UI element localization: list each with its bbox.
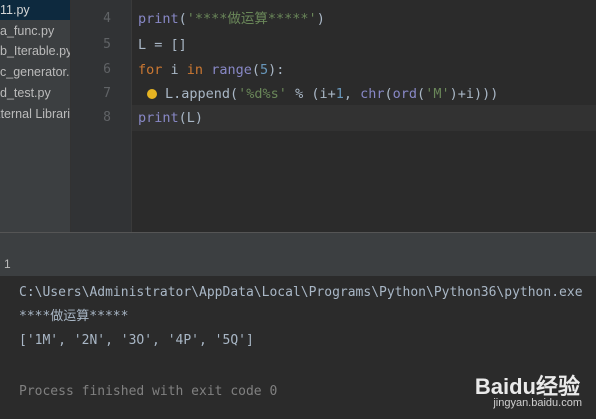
code-line-6[interactable]: for i in range(5): bbox=[138, 57, 284, 83]
code-line-4[interactable]: print('****做运算*****') bbox=[138, 6, 325, 32]
code-editor[interactable]: 4 5 6 7 8 print('****做运算*****') L = [] f… bbox=[71, 0, 596, 232]
console-line: C:\Users\Administrator\AppData\Local\Pro… bbox=[19, 285, 583, 300]
panel-splitter[interactable] bbox=[0, 232, 596, 253]
code-line-7[interactable]: L.append('%d%s' % (i+1, chr(ord('M')+i))… bbox=[147, 81, 498, 107]
file-item-c-generator[interactable]: c_generator.py bbox=[0, 62, 70, 82]
external-libraries-item[interactable]: External Libraries bbox=[0, 104, 70, 124]
line-number-gutter: 4 5 6 7 8 bbox=[71, 0, 132, 232]
line-number: 8 bbox=[103, 110, 111, 125]
file-item-b-iterable[interactable]: b_Iterable.py bbox=[0, 41, 70, 61]
process-finished-line: Process finished with exit code 0 bbox=[19, 384, 278, 399]
project-sidebar: 11.py a_func.py b_Iterable.py c_generato… bbox=[0, 0, 71, 232]
baidu-watermark: Baidu经验 jingyan.baidu.com bbox=[438, 367, 588, 415]
line-number: 5 bbox=[103, 37, 111, 52]
file-item-11-py[interactable]: 11.py bbox=[0, 0, 70, 20]
line-number: 7 bbox=[103, 86, 111, 101]
baidu-url: jingyan.baidu.com bbox=[493, 397, 582, 409]
line-number: 6 bbox=[103, 62, 111, 77]
line-number: 4 bbox=[103, 11, 111, 26]
file-item-d-test[interactable]: d_test.py bbox=[0, 83, 51, 103]
run-tab-label[interactable]: 1 bbox=[4, 257, 11, 271]
code-line-5[interactable]: L = [] bbox=[138, 32, 187, 58]
console-line: ['1M', '2N', '3O', '4P', '5Q'] bbox=[19, 333, 254, 348]
lightbulb-icon[interactable] bbox=[147, 89, 157, 99]
console-line: ****做运算***** bbox=[19, 309, 129, 324]
run-panel-header: 1 bbox=[0, 252, 596, 277]
file-item-a-func[interactable]: a_func.py bbox=[0, 21, 54, 41]
code-line-8[interactable]: print(L) bbox=[138, 105, 203, 131]
